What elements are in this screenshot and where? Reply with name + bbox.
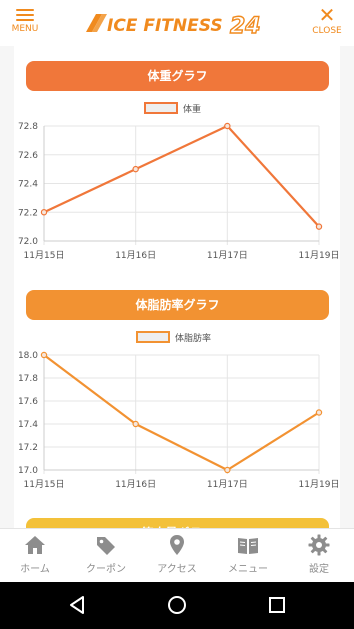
- y-tick-label: 72.8: [18, 122, 38, 132]
- book-icon: [238, 538, 258, 554]
- y-tick-label: 72.4: [18, 180, 38, 190]
- y-tick-label: 18.0: [18, 351, 38, 361]
- recent-apps-icon[interactable]: [266, 594, 288, 616]
- app-header: MENU ICE FITNESS 24 ✕ CLOSE: [0, 0, 354, 46]
- home-icon: [25, 536, 45, 554]
- y-tick-label: 17.0: [18, 466, 38, 476]
- close-button[interactable]: ✕ CLOSE: [308, 3, 346, 40]
- home-circle-icon[interactable]: [166, 594, 188, 616]
- weight-graph-title: 体重グラフ: [26, 61, 329, 91]
- svg-text:24: 24: [230, 14, 261, 39]
- x-tick-label: 11月17日: [207, 250, 248, 261]
- tab-menu[interactable]: メニュー: [213, 533, 283, 575]
- x-tick-label: 11月15日: [24, 250, 65, 261]
- x-tick-label: 11月16日: [115, 250, 156, 261]
- bottom-tab-bar: ホーム クーポン アクセス メニュー 設定: [0, 528, 354, 582]
- tab-access[interactable]: アクセス: [142, 533, 212, 575]
- tab-home[interactable]: ホーム: [0, 533, 70, 575]
- tab-home-label: ホーム: [20, 564, 50, 575]
- y-tick-label: 17.4: [18, 420, 38, 430]
- graph-content[interactable]: 体重グラフ 体重 72.0 72.2 72.4 72.6 72.8 11月15日 11月16日…: [0, 46, 354, 528]
- legend-label: 体重: [183, 103, 201, 115]
- data-point: [315, 409, 323, 416]
- back-icon[interactable]: [66, 594, 88, 616]
- data-point: [40, 209, 48, 216]
- y-tick-label: 72.6: [18, 151, 38, 161]
- menu-button[interactable]: MENU: [8, 7, 42, 39]
- y-tick-label: 17.8: [18, 374, 38, 384]
- menu-label: MENU: [11, 24, 39, 34]
- body-fat-line-chart: 体脂肪率 17.0 17.2 17.4 17.6 17.8 18.0 11月15日 11月16日…: [18, 331, 340, 490]
- data-point: [224, 122, 231, 130]
- svg-text:ICE FITNESS: ICE FITNESS: [107, 16, 223, 36]
- gear-icon: [308, 534, 330, 556]
- data-point: [132, 165, 139, 173]
- x-tick-label: 11月15日: [24, 479, 65, 490]
- legend-swatch: [144, 102, 178, 114]
- legend-label: 体脂肪率: [175, 332, 211, 344]
- nice-fitness-logo: ICE FITNESS 24: [86, 13, 261, 40]
- x-tick-label: 11月17日: [207, 479, 248, 490]
- series-line: [43, 354, 320, 472]
- tab-menu-label: メニュー: [228, 564, 268, 575]
- map-pin-icon: [170, 535, 184, 555]
- coupon-tag-icon: [97, 537, 115, 555]
- x-tick-label: 11月19日: [299, 250, 340, 261]
- tab-settings-label: 設定: [309, 564, 329, 575]
- hamburger-icon: [16, 9, 34, 21]
- body-fat-graph-title: 体脂肪率グラフ: [26, 290, 329, 320]
- data-point: [315, 223, 323, 230]
- system-navigation-bar: [0, 582, 354, 629]
- x-tick-label: 11月16日: [115, 479, 156, 490]
- y-tick-label: 72.0: [18, 237, 38, 247]
- series-line: [43, 124, 320, 228]
- muscle-graph-title: 筋肉量グラフ: [26, 518, 329, 528]
- tab-coupon-label: クーポン: [86, 564, 126, 575]
- x-tick-label: 11月19日: [299, 479, 340, 490]
- tab-settings[interactable]: 設定: [284, 533, 354, 575]
- y-tick-label: 72.2: [18, 208, 38, 218]
- weight-line-chart: 体重 72.0 72.2 72.4 72.6 72.8 11月15日 11月16日 11月17日…: [18, 102, 340, 261]
- legend-swatch: [136, 331, 170, 343]
- close-label: CLOSE: [312, 26, 342, 36]
- tab-access-label: アクセス: [157, 564, 197, 575]
- close-icon: ✕: [318, 3, 336, 27]
- data-point: [132, 420, 139, 428]
- y-tick-label: 17.6: [18, 397, 38, 407]
- data-point: [40, 351, 48, 359]
- y-tick-label: 17.2: [18, 443, 38, 453]
- tab-coupon[interactable]: クーポン: [71, 533, 141, 575]
- data-point: [224, 466, 231, 474]
